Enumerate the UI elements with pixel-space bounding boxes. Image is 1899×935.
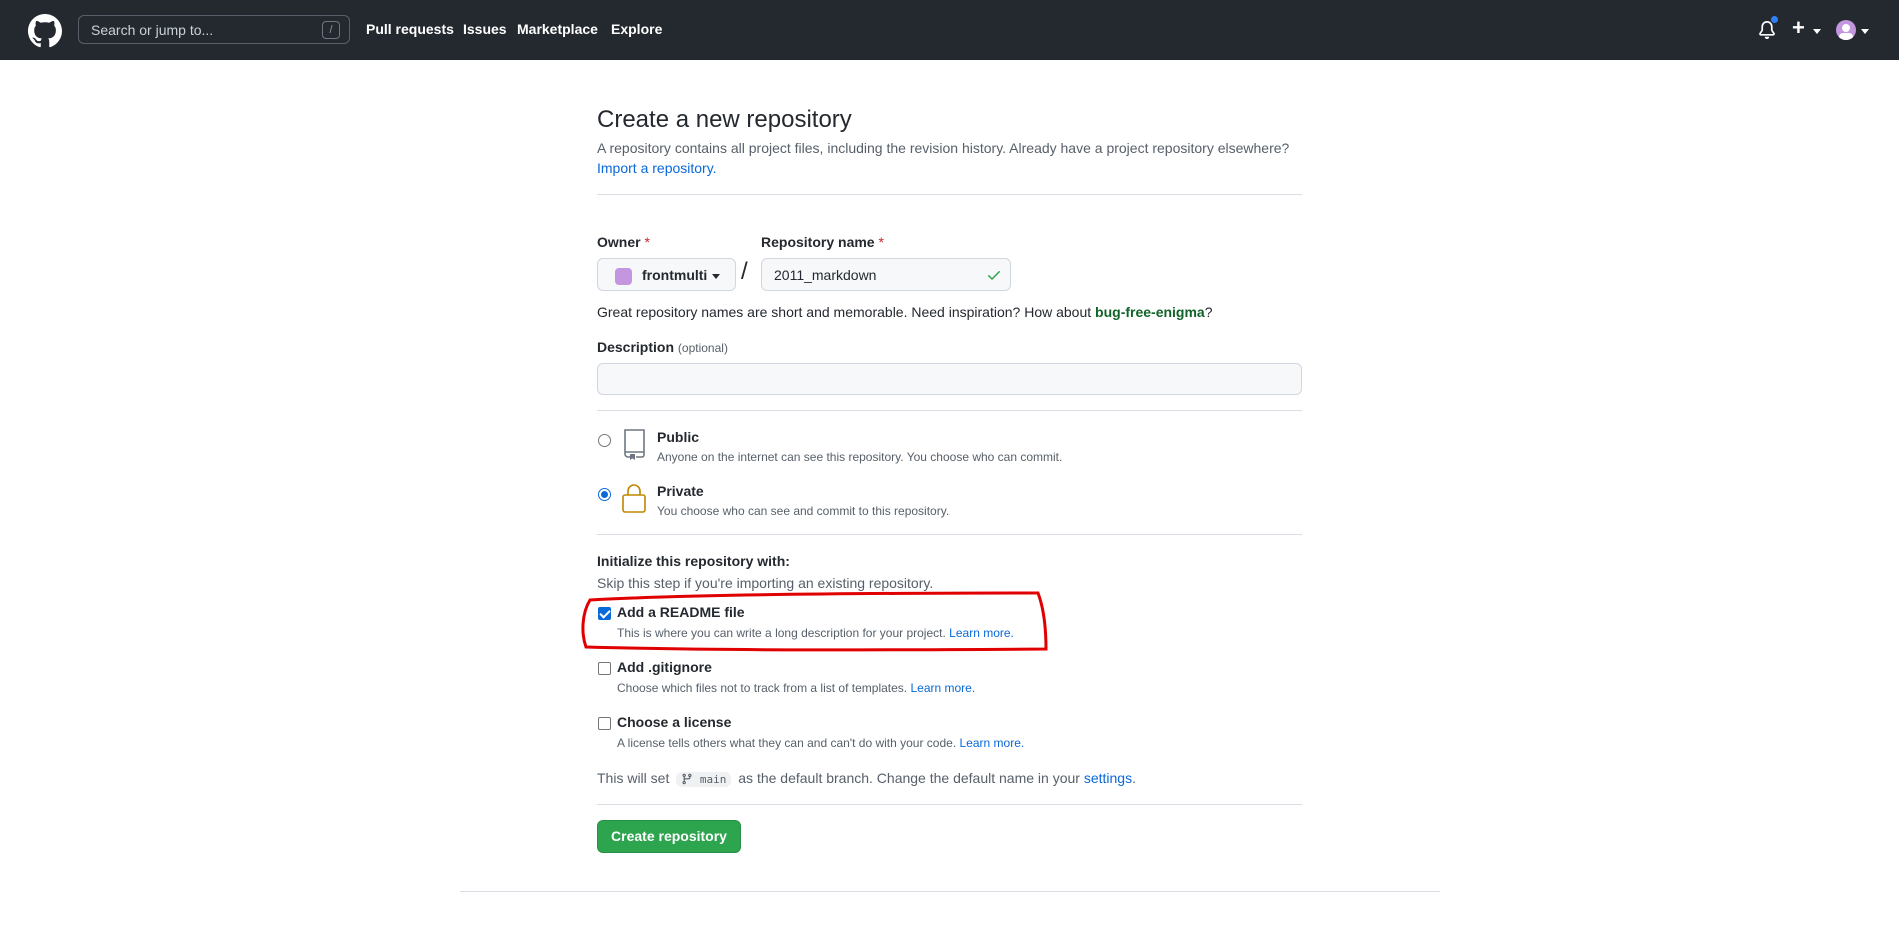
branch-name: main (699, 773, 727, 786)
search-input[interactable]: Search or jump to... / (78, 15, 350, 44)
page-title: Create a new repository (597, 106, 852, 133)
initialize-title: Initialize this repository with: (597, 553, 790, 569)
repository-name-value: 2011_markdown (774, 267, 877, 283)
nav-marketplace[interactable]: Marketplace (517, 21, 598, 37)
license-title: Choose a license (617, 714, 732, 730)
owner-repo-separator: / (741, 258, 748, 285)
owner-select[interactable]: frontmulti (597, 258, 736, 291)
private-title: Private (657, 483, 704, 499)
nav-issues[interactable]: Issues (463, 21, 507, 37)
chevron-down-icon (1813, 29, 1821, 34)
check-icon (988, 271, 1000, 280)
plus-icon[interactable]: + (1792, 16, 1805, 40)
import-repository-link[interactable]: Import a repository. (597, 160, 717, 176)
chevron-down-icon (712, 274, 720, 279)
gitignore-checkbox[interactable] (598, 662, 611, 675)
divider (597, 804, 1302, 805)
license-description: A license tells others what they can and… (617, 736, 1025, 750)
repo-icon (624, 429, 645, 460)
nav-explore[interactable]: Explore (611, 21, 662, 37)
notification-indicator (1770, 15, 1779, 24)
description-input[interactable] (597, 363, 1302, 395)
owner-avatar (615, 268, 632, 285)
git-branch-icon (682, 773, 692, 785)
github-logo-icon[interactable] (28, 14, 62, 48)
branch-chip: main (676, 772, 732, 787)
owner-value: frontmulti (642, 267, 708, 283)
settings-link[interactable]: settings (1084, 770, 1132, 786)
top-navigation-bar: Search or jump to... / Pull requests Iss… (0, 0, 1899, 60)
page-subtitle: A repository contains all project files,… (597, 140, 1290, 156)
license-checkbox[interactable] (598, 717, 611, 730)
description-label: Description (optional) (597, 339, 728, 355)
public-radio[interactable] (598, 434, 611, 447)
owner-label: Owner * (597, 234, 650, 250)
search-placeholder: Search or jump to... (91, 22, 214, 38)
avatar[interactable] (1836, 20, 1856, 40)
private-radio[interactable] (598, 488, 611, 501)
initialize-subtitle: Skip this step if you're importing an ex… (597, 575, 934, 591)
default-branch-note: This will set main as the default branch… (597, 770, 1136, 787)
suggested-name[interactable]: bug-free-enigma (1095, 304, 1205, 320)
public-description: Anyone on the internet can see this repo… (657, 450, 1063, 464)
search-shortcut-badge: / (322, 21, 340, 39)
gitignore-title: Add .gitignore (617, 659, 712, 675)
divider (597, 194, 1302, 195)
footer-divider (460, 891, 1440, 892)
public-title: Public (657, 429, 700, 445)
create-repository-button[interactable]: Create repository (597, 820, 741, 853)
divider (597, 534, 1302, 535)
nav-pull-requests[interactable]: Pull requests (366, 21, 454, 37)
chevron-down-icon (1861, 29, 1869, 34)
repo-name-label: Repository name * (761, 234, 884, 250)
repo-name-hint: Great repository names are short and mem… (597, 304, 1213, 320)
learn-more-link[interactable]: Learn more. (910, 681, 975, 695)
annotation-highlight (581, 591, 1048, 652)
lock-icon (622, 484, 646, 513)
divider (597, 410, 1302, 411)
learn-more-link[interactable]: Learn more. (960, 736, 1025, 750)
gitignore-description: Choose which files not to track from a l… (617, 681, 976, 695)
repository-name-input[interactable]: 2011_markdown (761, 258, 1011, 291)
private-description: You choose who can see and commit to thi… (657, 504, 950, 518)
